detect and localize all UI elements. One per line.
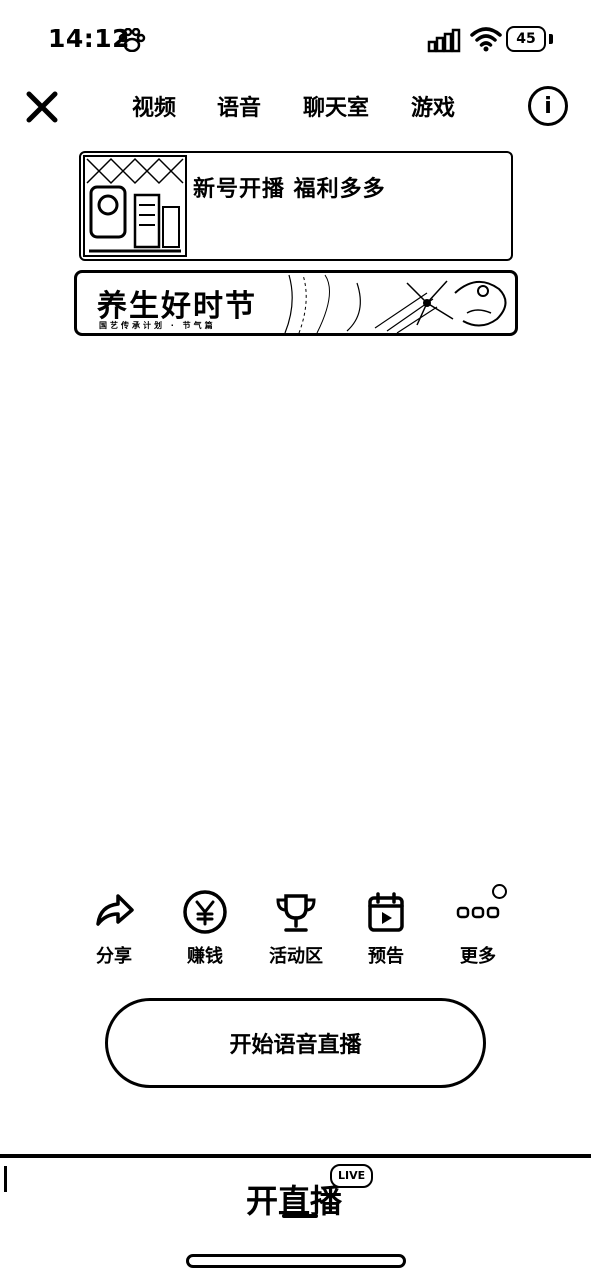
tab-chatroom[interactable]: 聊天室 (303, 90, 369, 122)
close-icon[interactable] (25, 90, 59, 124)
trophy-icon (276, 894, 316, 932)
activity-zone-action[interactable]: 活动区 (264, 888, 328, 968)
earn-money-label: 赚钱 (187, 946, 223, 967)
live-badge: LIVE (330, 1164, 374, 1188)
top-navigation: 视频 语音 聊天室 游戏 i (0, 80, 591, 132)
preview-action[interactable]: 预告 (354, 888, 418, 968)
banner-subtitle: 国艺传承计划 · 节气篇 (99, 321, 216, 330)
tab-game[interactable]: 游戏 (411, 90, 455, 122)
banner-title: 养生好时节 (97, 289, 257, 324)
battery-indicator: 45 (506, 26, 546, 52)
cellular-signal-icon (427, 28, 461, 53)
banner-title: 新号开播 福利多多 (193, 177, 386, 202)
active-tab-indicator (282, 1214, 318, 1218)
status-bar: 14:12 45 (0, 0, 591, 80)
edge-marker (4, 1166, 7, 1192)
banner-illustration (83, 155, 187, 257)
paw-icon (118, 28, 146, 52)
wifi-icon (470, 27, 502, 52)
notification-dot (492, 884, 507, 899)
info-icon[interactable]: i (528, 86, 568, 126)
battery-tip (549, 34, 553, 44)
calendar-play-icon (368, 892, 404, 932)
preview-label: 预告 (368, 946, 404, 967)
promo-banner-new-streamer[interactable]: 新号开播 福利多多 (79, 151, 513, 261)
start-voice-live-button[interactable]: 开始语音直播 (105, 998, 486, 1088)
tab-voice[interactable]: 语音 (217, 90, 261, 122)
promo-banner-health-festival[interactable]: 养生好时节 国艺传承计划 · 节气篇 (74, 270, 518, 336)
more-action[interactable]: 更多 (446, 888, 510, 968)
share-icon (96, 894, 134, 926)
yen-coin-icon (183, 890, 227, 934)
banner-illustration (284, 274, 507, 333)
share-label: 分享 (96, 946, 132, 967)
share-action[interactable]: 分享 (82, 888, 146, 968)
go-live-tab[interactable]: 开直播 LIVE (242, 1164, 374, 1220)
bottom-divider (0, 1154, 591, 1158)
earn-money-action[interactable]: 赚钱 (173, 888, 237, 968)
home-indicator[interactable] (186, 1254, 406, 1268)
more-label: 更多 (460, 946, 496, 967)
activity-zone-label: 活动区 (269, 946, 323, 967)
tab-video[interactable]: 视频 (132, 90, 176, 122)
